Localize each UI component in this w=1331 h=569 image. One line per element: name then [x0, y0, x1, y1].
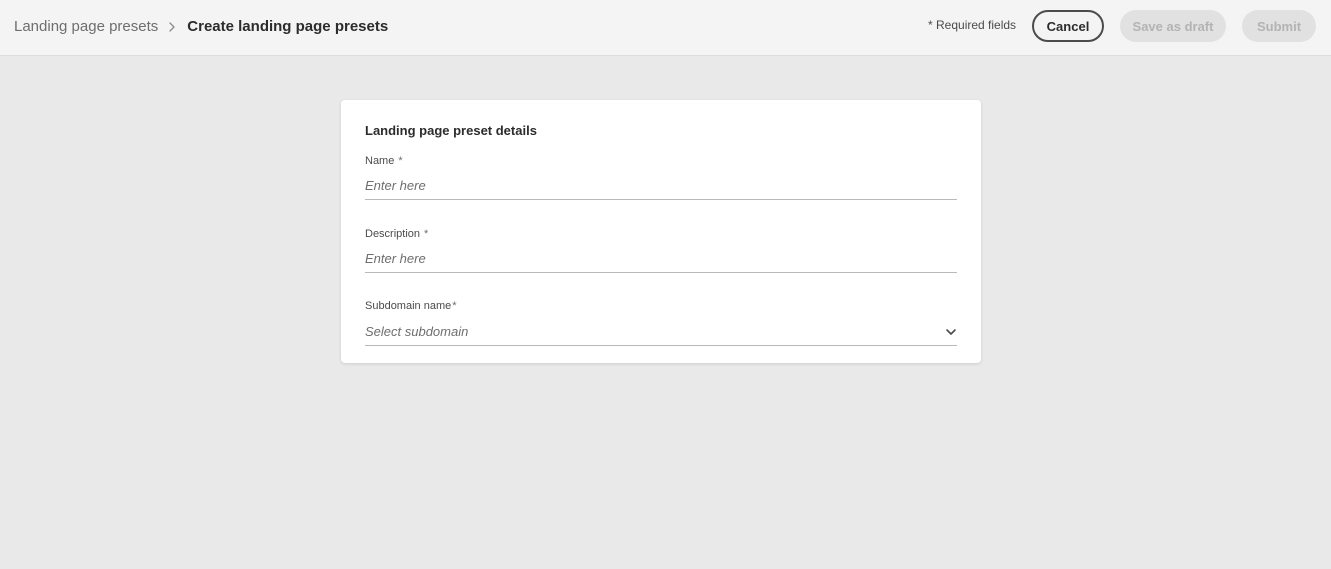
page-title: Create landing page presets: [187, 18, 389, 35]
required-asterisk: *: [398, 155, 403, 167]
description-field: Description * Enter here: [365, 227, 957, 273]
name-label: Name *: [365, 154, 957, 168]
save-as-draft-button[interactable]: Save as draft: [1120, 10, 1226, 42]
chevron-right-icon: [169, 22, 175, 32]
preset-details-card: Landing page preset details Name * Enter…: [341, 100, 981, 363]
cancel-button[interactable]: Cancel: [1032, 10, 1104, 42]
required-asterisk: *: [424, 228, 429, 240]
description-label: Description *: [365, 227, 957, 241]
header-bar: Landing page presets Create landing page…: [0, 0, 1331, 56]
required-fields-note: * Required fields: [928, 18, 1017, 32]
description-label-text: Description: [365, 228, 421, 240]
subdomain-select-placeholder: Select subdomain: [365, 324, 469, 339]
subdomain-label: Subdomain name *: [365, 299, 957, 313]
description-input[interactable]: Enter here: [365, 246, 957, 273]
subdomain-label-text: Subdomain name: [365, 300, 452, 312]
chevron-down-icon[interactable]: [945, 326, 957, 338]
name-field: Name * Enter here: [365, 154, 957, 200]
name-input[interactable]: Enter here: [365, 173, 957, 200]
submit-button[interactable]: Submit: [1242, 10, 1316, 42]
subdomain-select[interactable]: Select subdomain: [365, 319, 957, 346]
name-label-text: Name: [365, 155, 395, 167]
required-asterisk: *: [452, 300, 457, 312]
breadcrumb-link-landing-page-presets[interactable]: Landing page presets: [14, 17, 158, 37]
subdomain-field: Subdomain name * Select subdomain: [365, 299, 957, 346]
card-title: Landing page preset details: [365, 123, 537, 138]
breadcrumb: Landing page presets Create landing page…: [14, 17, 388, 37]
